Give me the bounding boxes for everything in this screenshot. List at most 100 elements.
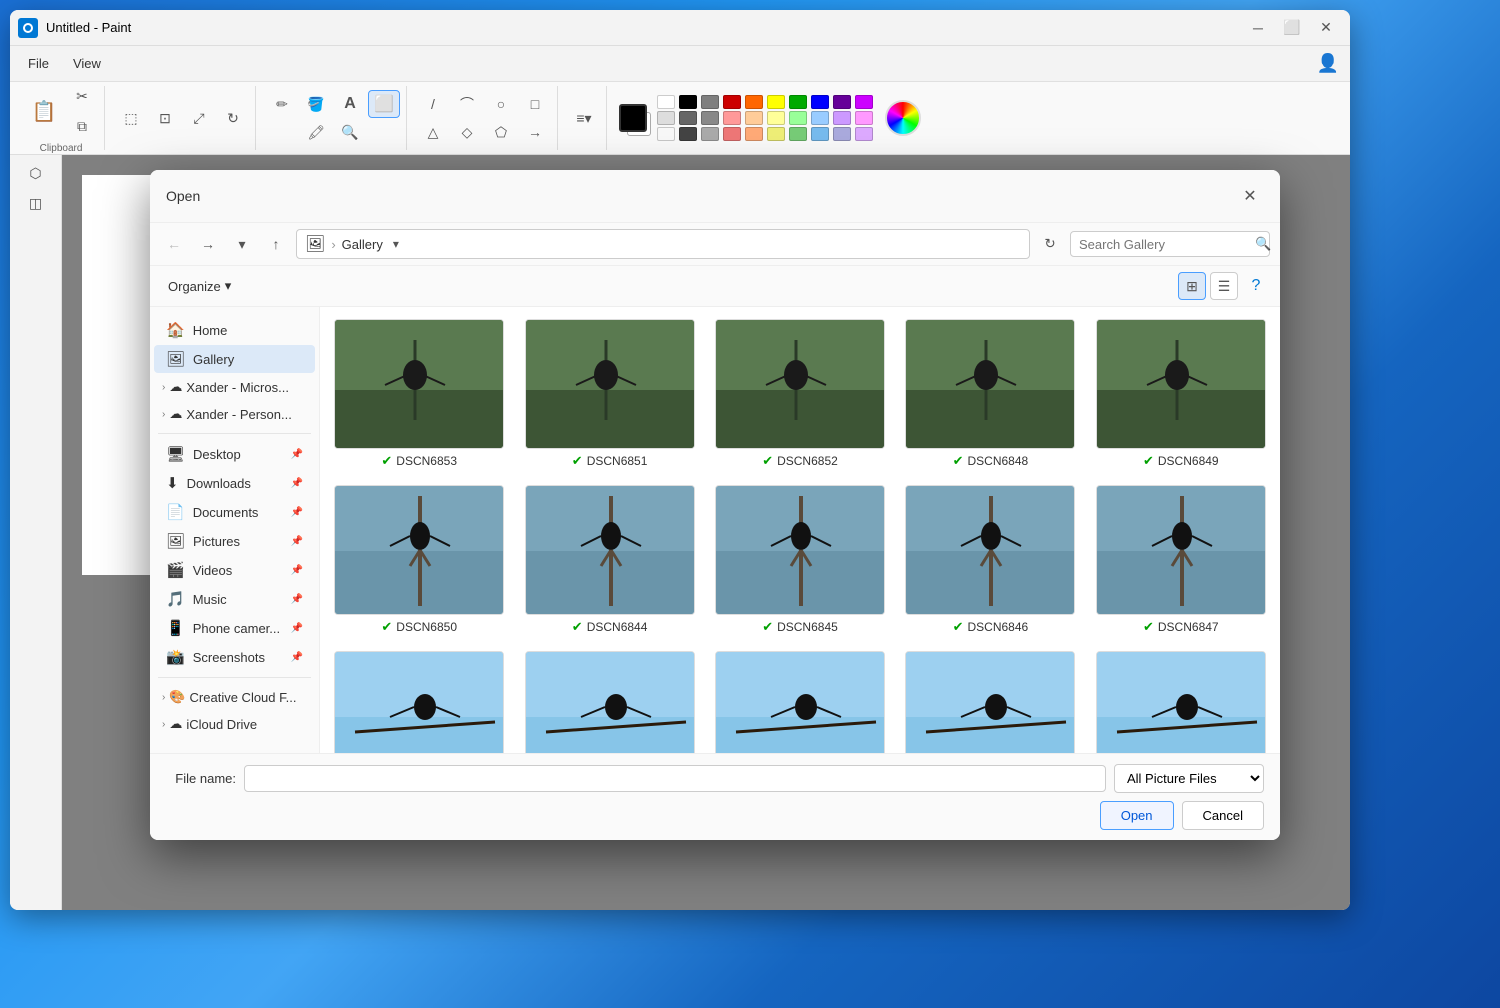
color-cell[interactable]: [855, 111, 873, 125]
file-name-input[interactable]: [244, 765, 1106, 792]
color-cell[interactable]: [701, 111, 719, 125]
organize-button[interactable]: Organize ▾: [160, 274, 239, 298]
color-picker-wheel[interactable]: [885, 100, 921, 136]
color-cell[interactable]: [723, 127, 741, 141]
nav-forward-button[interactable]: →: [194, 230, 222, 258]
triangle-button[interactable]: △: [417, 118, 449, 146]
color-cell[interactable]: [679, 95, 697, 109]
sidebar-item-screenshots[interactable]: 📸 Screenshots 📌: [154, 643, 315, 671]
curve-button[interactable]: ⌒: [451, 90, 483, 118]
dialog-close-button[interactable]: ✕: [1236, 182, 1264, 210]
color-pick-button[interactable]: 🖍: [300, 118, 332, 146]
color-cell[interactable]: [833, 95, 851, 109]
search-input[interactable]: [1079, 237, 1255, 252]
paste-button[interactable]: 📋: [24, 94, 64, 130]
color-cell[interactable]: [855, 95, 873, 109]
color-cell[interactable]: [833, 127, 851, 141]
sidebar-item-downloads[interactable]: ⬇ Downloads 📌: [154, 469, 315, 497]
list-item[interactable]: ✔DSCN6840: [709, 647, 891, 753]
sidebar-item-home[interactable]: 🏠 Home: [154, 316, 315, 344]
list-item[interactable]: ✔DSCN6848: [899, 315, 1081, 473]
color-cell[interactable]: [833, 111, 851, 125]
nav-recent-button[interactable]: ▾: [228, 230, 256, 258]
list-item[interactable]: ✔DSCN6846: [899, 481, 1081, 639]
color-cell[interactable]: [855, 127, 873, 141]
list-item[interactable]: ✔DSCN6841: [899, 647, 1081, 753]
color-cell[interactable]: [701, 127, 719, 141]
help-button[interactable]: ?: [1242, 272, 1270, 300]
color-cell[interactable]: [767, 111, 785, 125]
color-cell[interactable]: [811, 127, 829, 141]
color-cell[interactable]: [657, 111, 675, 125]
copy-button[interactable]: ⧉: [66, 113, 98, 141]
crop-button[interactable]: ⊡: [149, 104, 181, 132]
color-cell[interactable]: [657, 127, 675, 141]
color-cell[interactable]: [679, 127, 697, 141]
sidebar-item-music[interactable]: 🎵 Music 📌: [154, 585, 315, 613]
stroke-dropdown[interactable]: ≡▾: [568, 104, 600, 132]
cut-button[interactable]: ✂: [66, 83, 98, 111]
list-item[interactable]: ✔DSCN6842: [518, 647, 700, 753]
sidebar-item-creative-cloud[interactable]: › 🎨 Creative Cloud F...: [154, 684, 315, 710]
sidebar-item-xander-personal[interactable]: › ☁ Xander - Person...: [154, 401, 315, 427]
close-button[interactable]: ✕: [1310, 14, 1342, 42]
pencil-button[interactable]: ✏: [266, 90, 298, 118]
zoom-button[interactable]: 🔍: [334, 118, 366, 146]
address-dropdown-button[interactable]: ▾: [389, 235, 403, 253]
diamond-button[interactable]: ◇: [451, 118, 483, 146]
color-cell[interactable]: [767, 95, 785, 109]
list-item[interactable]: ✔DSCN6844: [518, 481, 700, 639]
list-item[interactable]: ✔DSCN6849: [1090, 315, 1272, 473]
sidebar-item-icloud-drive[interactable]: › ☁ iCloud Drive: [154, 711, 315, 737]
color-1[interactable]: [619, 104, 647, 132]
menu-view[interactable]: View: [63, 52, 111, 75]
color-cell[interactable]: [811, 95, 829, 109]
sidebar-item-documents[interactable]: 📄 Documents 📌: [154, 498, 315, 526]
line-button[interactable]: /: [417, 90, 449, 118]
cancel-button[interactable]: Cancel: [1182, 801, 1264, 830]
open-button[interactable]: Open: [1100, 801, 1174, 830]
color-cell[interactable]: [789, 111, 807, 125]
list-item[interactable]: ✔DSCN6845: [709, 481, 891, 639]
list-item[interactable]: ✔DSCN6850: [328, 481, 510, 639]
color-cell[interactable]: [745, 95, 763, 109]
sidebar-item-gallery[interactable]: 🖼 Gallery: [154, 345, 315, 373]
minimize-button[interactable]: ─: [1242, 14, 1274, 42]
color-cell[interactable]: [701, 95, 719, 109]
sidebar-item-xander-ms[interactable]: › ☁ Xander - Micros...: [154, 374, 315, 400]
list-item[interactable]: ✔DSCN6852: [709, 315, 891, 473]
color-cell[interactable]: [745, 111, 763, 125]
color-cell[interactable]: [811, 111, 829, 125]
rect-button[interactable]: □: [519, 90, 551, 118]
left-tool-2[interactable]: ◫: [20, 189, 52, 217]
maximize-button[interactable]: ⬜: [1276, 14, 1308, 42]
select-all-button[interactable]: ⬚: [115, 104, 147, 132]
fill-button[interactable]: 🪣: [300, 90, 332, 118]
menu-file[interactable]: File: [18, 52, 59, 75]
file-type-select[interactable]: All Picture Files: [1114, 764, 1264, 793]
left-tool-1[interactable]: ⬡: [20, 159, 52, 187]
large-icons-view-button[interactable]: ⊞: [1178, 272, 1206, 300]
list-item[interactable]: ✔DSCN6843: [328, 647, 510, 753]
eraser-active-button[interactable]: ⬜: [368, 90, 400, 118]
nav-back-button[interactable]: ←: [160, 230, 188, 258]
pentagon-button[interactable]: ⬠: [485, 118, 517, 146]
color-cell[interactable]: [679, 111, 697, 125]
color-cell[interactable]: [767, 127, 785, 141]
oval-button[interactable]: ○: [485, 90, 517, 118]
color-cell[interactable]: [723, 95, 741, 109]
color-cell[interactable]: [657, 95, 675, 109]
color-cell[interactable]: [789, 95, 807, 109]
list-item[interactable]: ✔DSCN6853: [328, 315, 510, 473]
refresh-button[interactable]: ↻: [1036, 230, 1064, 258]
list-item[interactable]: ✔DSCN6837: [1090, 647, 1272, 753]
details-view-button[interactable]: ☰: [1210, 272, 1238, 300]
arrow-button[interactable]: →: [519, 118, 551, 146]
text-button[interactable]: A: [334, 90, 366, 118]
sidebar-item-pictures[interactable]: 🖼 Pictures 📌: [154, 527, 315, 555]
nav-up-button[interactable]: ↑: [262, 230, 290, 258]
resize-button[interactable]: ⤢: [183, 104, 215, 132]
sidebar-item-videos[interactable]: 🎬 Videos 📌: [154, 556, 315, 584]
account-icon[interactable]: 👤: [1314, 50, 1342, 78]
sidebar-item-phone-camera[interactable]: 📱 Phone camer... 📌: [154, 614, 315, 642]
